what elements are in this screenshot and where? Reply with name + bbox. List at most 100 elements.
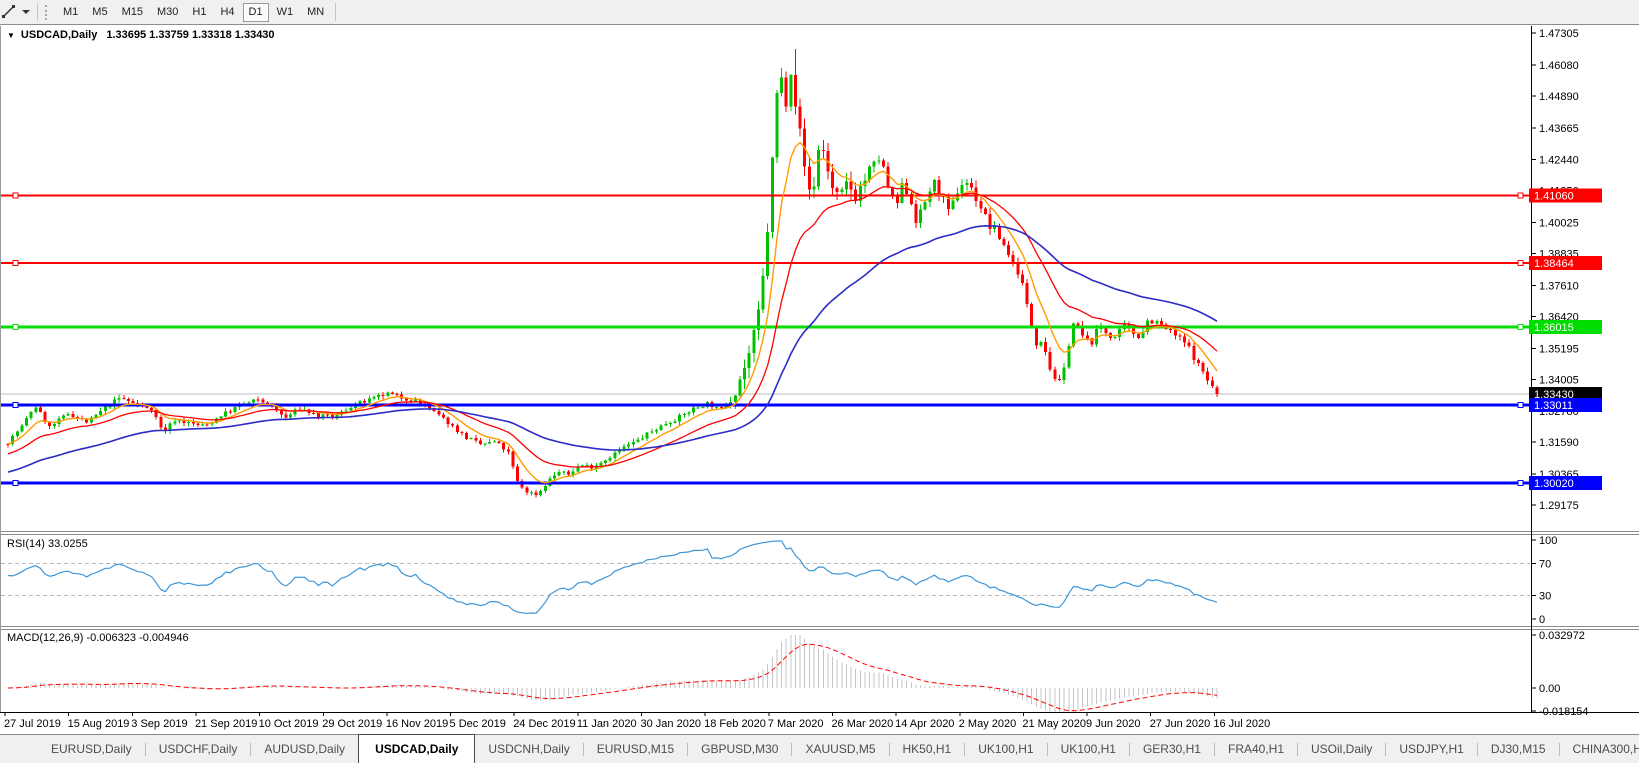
chart-tab-XAUUSD-M5[interactable]: XAUUSD,M5 (792, 735, 888, 763)
toolbar-separator-end (335, 3, 336, 21)
candles-layer (7, 49, 1219, 497)
time-axis: 27 Jul 201915 Aug 20193 Sep 201921 Sep 2… (4, 712, 1270, 730)
svg-text:0.032972: 0.032972 (1539, 630, 1585, 642)
rsi-line (8, 541, 1217, 613)
horizontal-lines-layer (1, 196, 1530, 483)
chart-tab-UK100-H1[interactable]: UK100,H1 (965, 735, 1046, 763)
chart-tab-USDCAD-Daily[interactable]: USDCAD,Daily (358, 734, 475, 763)
svg-text:16 Jul 2020: 16 Jul 2020 (1213, 718, 1270, 730)
toolbar-grip[interactable] (45, 5, 49, 20)
svg-text:-0.018154: -0.018154 (1539, 706, 1589, 718)
hline-anchor[interactable] (1518, 261, 1523, 266)
svg-text:24 Dec 2019: 24 Dec 2019 (513, 718, 575, 730)
chart-borders (0, 26, 1639, 713)
svg-text:1.30020: 1.30020 (1534, 478, 1574, 490)
chart-symbol-label: USDCAD,Daily (21, 29, 97, 41)
svg-text:1.40025: 1.40025 (1539, 218, 1579, 230)
rsi-panel: 100 70 30 0 (1, 535, 1557, 626)
svg-text:0.00: 0.00 (1539, 683, 1560, 695)
macd-indicator-label: MACD(12,26,9) -0.006323 -0.004946 (7, 632, 189, 644)
hline-anchor[interactable] (1518, 193, 1523, 198)
macd-histogram (8, 635, 1217, 712)
chart-tab-USOil-Daily[interactable]: USOil,Daily (1298, 735, 1385, 763)
timeframe-button-M5[interactable]: M5 (86, 3, 113, 22)
svg-text:30 Jan 2020: 30 Jan 2020 (641, 718, 702, 730)
svg-text:2 May 2020: 2 May 2020 (959, 718, 1016, 730)
svg-text:7 Mar 2020: 7 Mar 2020 (768, 718, 824, 730)
hline-anchor[interactable] (13, 324, 18, 329)
hline-anchor[interactable] (1518, 324, 1523, 329)
rsi-indicator-label: RSI(14) 33.0255 (7, 538, 88, 550)
svg-text:0: 0 (1539, 614, 1545, 626)
timeframe-button-M1[interactable]: M1 (57, 3, 84, 22)
svg-text:1.41060: 1.41060 (1534, 191, 1574, 203)
svg-text:21 Sep 2019: 21 Sep 2019 (195, 718, 257, 730)
chart-tab-EURUSD-Daily[interactable]: EURUSD,Daily (38, 735, 145, 763)
svg-text:1.36015: 1.36015 (1534, 322, 1574, 334)
chart-tab-AUDUSD-Daily[interactable]: AUDUSD,Daily (251, 735, 358, 763)
svg-text:70: 70 (1539, 559, 1551, 571)
chart-tab-USDCNH-Daily[interactable]: USDCNH,Daily (475, 735, 582, 763)
hline-anchor[interactable] (13, 403, 18, 408)
svg-text:30: 30 (1539, 590, 1551, 602)
svg-text:15 Aug 2019: 15 Aug 2019 (68, 718, 130, 730)
chart-canvas[interactable]: 1.473051.460801.448901.436651.424401.412… (0, 26, 1639, 734)
svg-text:1.42440: 1.42440 (1539, 155, 1579, 167)
mt4-window: { "toolbar": { "timeframes": ["M1","M5",… (0, 0, 1639, 763)
timeframe-button-MN[interactable]: MN (301, 3, 330, 22)
chart-tab-GER30-H1[interactable]: GER30,H1 (1130, 735, 1214, 763)
timeframe-button-H4[interactable]: H4 (214, 3, 240, 22)
svg-text:1.29175: 1.29175 (1539, 500, 1579, 512)
svg-text:5 Dec 2019: 5 Dec 2019 (450, 718, 506, 730)
trendline-tool-button[interactable] (0, 2, 33, 23)
chart-tab-CHINA300-H4[interactable]: CHINA300,H4 (1560, 735, 1639, 763)
svg-text:1.31590: 1.31590 (1539, 437, 1579, 449)
hline-anchor[interactable] (1518, 403, 1523, 408)
chart-ohlc-header: ▼ USDCAD,Daily 1.33695 1.33759 1.33318 1… (7, 29, 275, 41)
svg-text:27 Jun 2020: 27 Jun 2020 (1150, 718, 1211, 730)
timeframe-toolbar: M1M5M15M30H1H4D1W1MN (0, 0, 1639, 25)
hline-anchor[interactable] (13, 193, 18, 198)
hline-anchor[interactable] (13, 261, 18, 266)
svg-text:26 Mar 2020: 26 Mar 2020 (831, 718, 893, 730)
svg-text:14 Apr 2020: 14 Apr 2020 (895, 718, 954, 730)
svg-text:100: 100 (1539, 535, 1557, 547)
chart-tab-GBPUSD-M30[interactable]: GBPUSD,M30 (688, 735, 791, 763)
chart-tab-USDCHF-Daily[interactable]: USDCHF,Daily (146, 735, 251, 763)
tool-dropdown-caret-icon[interactable] (22, 10, 30, 14)
svg-text:16 Nov 2019: 16 Nov 2019 (386, 718, 448, 730)
svg-text:11 Jan 2020: 11 Jan 2020 (577, 718, 637, 730)
svg-text:1.37610: 1.37610 (1539, 280, 1579, 292)
trendline-tool-icon (1, 4, 17, 20)
collapse-caret-icon[interactable]: ▼ (7, 31, 15, 40)
svg-text:9 Jun 2020: 9 Jun 2020 (1086, 718, 1140, 730)
chart-tab-UK100-H1[interactable]: UK100,H1 (1048, 735, 1129, 763)
timeframe-button-H1[interactable]: H1 (186, 3, 212, 22)
svg-text:29 Oct 2019: 29 Oct 2019 (322, 718, 382, 730)
timeframe-button-M30[interactable]: M30 (151, 3, 184, 22)
svg-text:3 Sep 2019: 3 Sep 2019 (131, 718, 187, 730)
macd-panel: 0.032972 0.00 -0.018154 (8, 630, 1589, 718)
chart-tab-EURUSD-M15[interactable]: EURUSD,M15 (584, 735, 687, 763)
hline-anchor[interactable] (13, 481, 18, 486)
svg-text:1.47305: 1.47305 (1539, 28, 1579, 40)
svg-text:1.44890: 1.44890 (1539, 91, 1579, 103)
svg-text:1.43665: 1.43665 (1539, 123, 1579, 135)
chart-window: 1.473051.460801.448901.436651.424401.412… (0, 26, 1639, 734)
ma-fast-line (8, 143, 1217, 483)
chart-tab-USDJPY-H1[interactable]: USDJPY,H1 (1386, 735, 1476, 763)
toolbar-separator (37, 3, 38, 21)
timeframe-button-W1[interactable]: W1 (271, 3, 300, 22)
macd-signal-line (8, 644, 1217, 711)
chart-tab-HK50-H1[interactable]: HK50,H1 (890, 735, 965, 763)
chart-tab-FRA40-H1[interactable]: FRA40,H1 (1215, 735, 1297, 763)
svg-text:1.33011: 1.33011 (1534, 400, 1573, 412)
chart-tab-DJ30-M15[interactable]: DJ30,M15 (1478, 735, 1559, 763)
timeframe-button-M15[interactable]: M15 (116, 3, 149, 22)
svg-text:1.34005: 1.34005 (1539, 374, 1579, 386)
svg-text:21 May 2020: 21 May 2020 (1022, 718, 1086, 730)
hline-anchor[interactable] (1518, 481, 1523, 486)
chart-ohlc-values: 1.33695 1.33759 1.33318 1.33430 (106, 29, 274, 41)
timeframe-button-D1[interactable]: D1 (243, 3, 269, 22)
svg-text:1.38464: 1.38464 (1534, 258, 1574, 270)
